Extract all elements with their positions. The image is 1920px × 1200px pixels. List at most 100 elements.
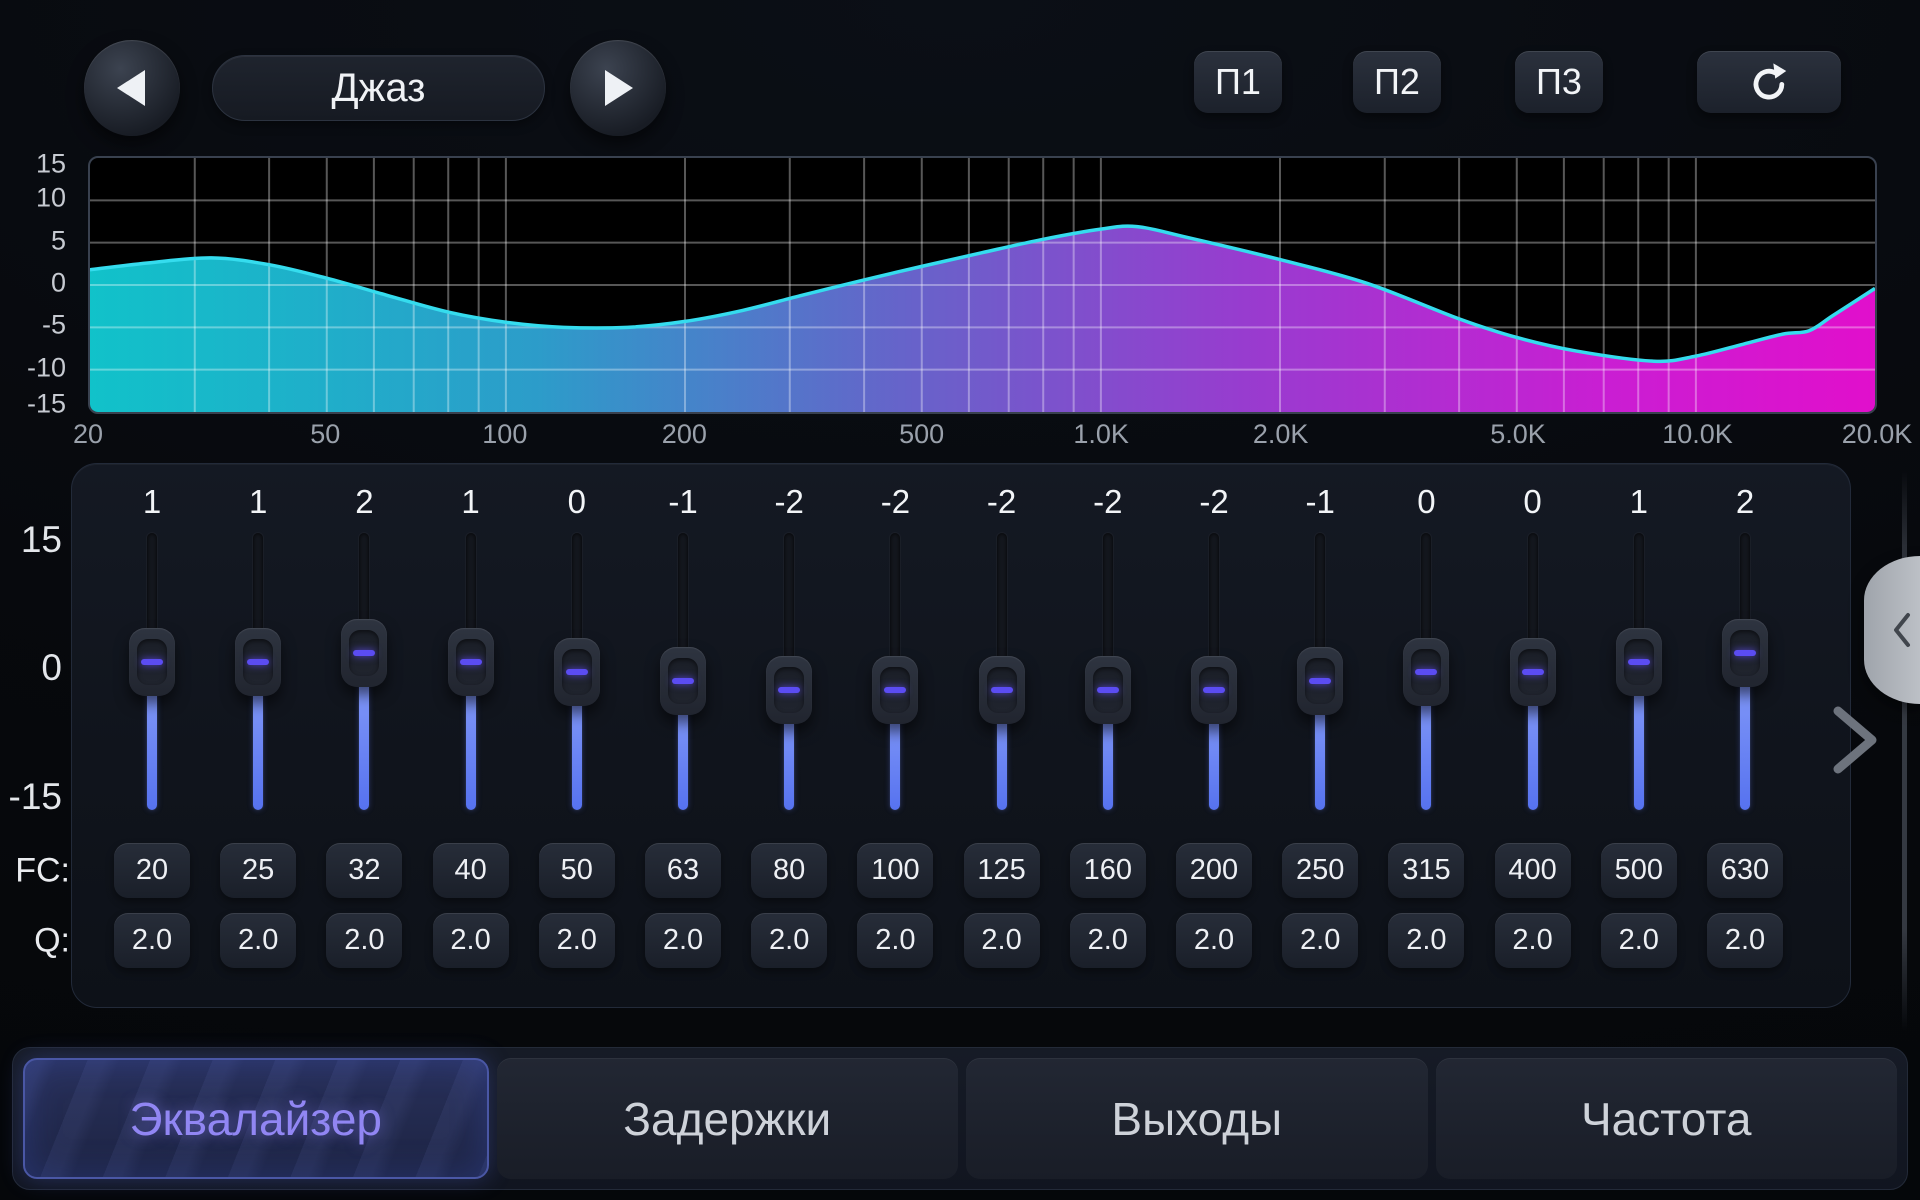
band-gain-slider[interactable] — [311, 525, 417, 818]
slider-thumb-face — [1093, 667, 1123, 713]
band-fc-value[interactable]: 400 — [1495, 843, 1571, 898]
band-q-value[interactable]: 2.0 — [1388, 913, 1464, 968]
band-fc-value[interactable]: 160 — [1070, 843, 1146, 898]
slider-thumb-marker — [353, 650, 375, 656]
slider-thumb[interactable] — [979, 656, 1025, 724]
band-q-value[interactable]: 2.0 — [220, 913, 296, 968]
slider-thumb[interactable] — [1722, 619, 1768, 687]
band-gain-slider[interactable] — [205, 525, 311, 818]
band-q-value[interactable]: 2.0 — [433, 913, 509, 968]
tab-frequency[interactable]: Частота — [1436, 1058, 1898, 1179]
band-q-value[interactable]: 2.0 — [1707, 913, 1783, 968]
band-gain-slider[interactable] — [418, 525, 524, 818]
slider-thumb[interactable] — [554, 638, 600, 706]
db-tick-label: 5 — [51, 225, 66, 256]
band-fc-value[interactable]: 125 — [964, 843, 1040, 898]
band-fc-value[interactable]: 20 — [114, 843, 190, 898]
slider-thumb-face — [1518, 649, 1548, 695]
preset-prev-button[interactable] — [84, 40, 180, 136]
slider-thumb[interactable] — [660, 647, 706, 715]
reset-button[interactable] — [1697, 51, 1841, 113]
band-fc-value[interactable]: 50 — [539, 843, 615, 898]
band-gain-slider[interactable] — [1692, 525, 1798, 818]
tab-delays[interactable]: Задержки — [497, 1058, 959, 1179]
row-labels: FC: Q: — [0, 463, 70, 1008]
slider-thumb[interactable] — [1403, 638, 1449, 706]
band-fc-value[interactable]: 32 — [326, 843, 402, 898]
slider-thumb-face — [243, 639, 273, 685]
slider-thumb[interactable] — [1085, 656, 1131, 724]
preset-name-display[interactable]: Джаз — [212, 55, 545, 121]
band-q-value[interactable]: 2.0 — [964, 913, 1040, 968]
band-gain-slider[interactable] — [949, 525, 1055, 818]
band-q-value[interactable]: 2.0 — [1176, 913, 1252, 968]
band-fc-value[interactable]: 315 — [1388, 843, 1464, 898]
slider-thumb[interactable] — [766, 656, 812, 724]
band-gain-slider[interactable] — [1267, 525, 1373, 818]
memory-preset-3-button[interactable]: П3 — [1515, 51, 1603, 113]
band-fc-value[interactable]: 63 — [645, 843, 721, 898]
freq-tick-label: 20.0K — [1842, 419, 1913, 450]
tab-outputs[interactable]: Выходы — [966, 1058, 1428, 1179]
memory-preset-2-button[interactable]: П2 — [1353, 51, 1441, 113]
db-tick-label: 0 — [51, 268, 66, 299]
band-gain-slider[interactable] — [1586, 525, 1692, 818]
band-gain-slider[interactable] — [736, 525, 842, 818]
band-q-value[interactable]: 2.0 — [1601, 913, 1677, 968]
next-bands-page-button[interactable] — [1829, 703, 1881, 777]
band-fc-value[interactable]: 25 — [220, 843, 296, 898]
slider-thumb-face — [1730, 630, 1760, 676]
slider-thumb-face — [562, 649, 592, 695]
slider-thumb-marker — [460, 659, 482, 665]
band-q-value[interactable]: 2.0 — [857, 913, 933, 968]
slider-thumb[interactable] — [341, 619, 387, 687]
eq-band: 1252.0 — [205, 463, 311, 1008]
band-q-value[interactable]: 2.0 — [645, 913, 721, 968]
slider-thumb-marker — [884, 687, 906, 693]
band-q-value[interactable]: 2.0 — [1070, 913, 1146, 968]
band-q-value[interactable]: 2.0 — [751, 913, 827, 968]
tab-equalizer[interactable]: Эквалайзер — [23, 1058, 489, 1179]
band-gain-slider[interactable] — [1373, 525, 1479, 818]
db-tick-label: -5 — [42, 310, 66, 341]
eq-band: -21602.0 — [1055, 463, 1161, 1008]
chevron-right-icon — [1829, 703, 1881, 777]
band-gain-slider[interactable] — [1161, 525, 1267, 818]
band-q-value[interactable]: 2.0 — [326, 913, 402, 968]
slider-thumb[interactable] — [1510, 638, 1556, 706]
slider-thumb[interactable] — [1616, 628, 1662, 696]
band-gain-value: 1 — [418, 483, 524, 521]
band-gain-slider[interactable] — [99, 525, 205, 818]
band-gain-value: 0 — [1373, 483, 1479, 521]
db-tick-label: 15 — [36, 149, 66, 180]
band-fc-value[interactable]: 250 — [1282, 843, 1358, 898]
slider-thumb[interactable] — [235, 628, 281, 696]
band-q-value[interactable]: 2.0 — [1282, 913, 1358, 968]
band-fc-value[interactable]: 40 — [433, 843, 509, 898]
slider-thumb[interactable] — [129, 628, 175, 696]
band-fc-value[interactable]: 80 — [751, 843, 827, 898]
band-q-value[interactable]: 2.0 — [1495, 913, 1571, 968]
side-drawer-handle[interactable] — [1864, 556, 1920, 704]
band-gain-slider[interactable] — [842, 525, 948, 818]
slider-thumb[interactable] — [872, 656, 918, 724]
band-fc-value[interactable]: 100 — [857, 843, 933, 898]
band-gain-slider[interactable] — [1055, 525, 1161, 818]
band-gain-slider[interactable] — [630, 525, 736, 818]
slider-thumb-face — [668, 658, 698, 704]
slider-thumb[interactable] — [1297, 647, 1343, 715]
band-fc-value[interactable]: 630 — [1707, 843, 1783, 898]
band-gain-slider[interactable] — [524, 525, 630, 818]
freq-tick-label: 500 — [899, 419, 944, 450]
memory-preset-1-button[interactable]: П1 — [1194, 51, 1282, 113]
preset-next-button[interactable] — [570, 40, 666, 136]
band-q-value[interactable]: 2.0 — [114, 913, 190, 968]
band-q-value[interactable]: 2.0 — [539, 913, 615, 968]
slider-thumb[interactable] — [1191, 656, 1237, 724]
band-fc-value[interactable]: 200 — [1176, 843, 1252, 898]
band-fc-value[interactable]: 500 — [1601, 843, 1677, 898]
freq-tick-label: 20 — [73, 419, 103, 450]
slider-thumb[interactable] — [448, 628, 494, 696]
slider-thumb-marker — [141, 659, 163, 665]
band-gain-slider[interactable] — [1480, 525, 1586, 818]
